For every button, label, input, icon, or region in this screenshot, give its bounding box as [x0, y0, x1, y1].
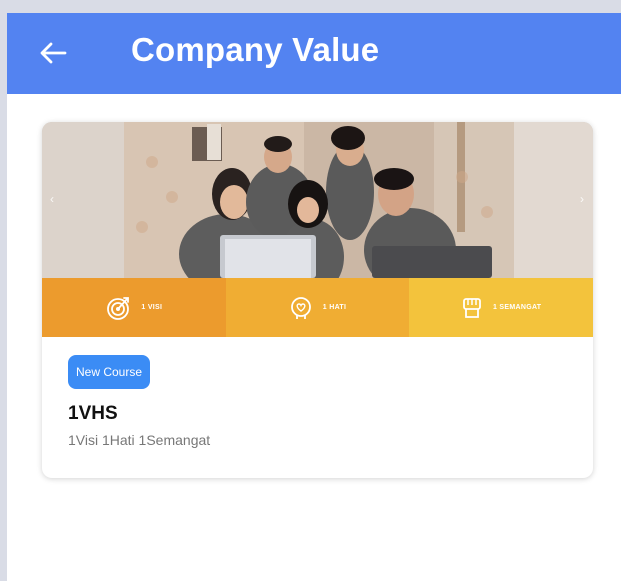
- fist-icon: [463, 297, 481, 318]
- back-button[interactable]: [33, 33, 73, 73]
- value-label-semangat: 1 SEMANGAT: [492, 304, 542, 311]
- value-label-hati: 1 HATI: [322, 304, 347, 311]
- course-subtitle: 1Visi 1Hati 1Semangat: [68, 432, 211, 448]
- course-title[interactable]: 1VHS: [68, 403, 118, 425]
- course-card[interactable]: ‹ › 1 VISI 1 HATI 1 SEMANGAT New Course …: [42, 122, 593, 478]
- heart-icon: [290, 296, 311, 319]
- banner-next-icon[interactable]: ›: [580, 192, 584, 206]
- new-course-badge: New Course: [68, 355, 151, 389]
- target-icon: [107, 296, 130, 320]
- page-title: Company Value: [131, 31, 380, 68]
- value-label-visi: 1 VISI: [141, 304, 163, 311]
- banner-prev-icon[interactable]: ‹: [50, 192, 54, 206]
- value-visi: 1 VISI: [42, 278, 226, 337]
- team-photo: [42, 122, 593, 278]
- arrow-left-icon: [40, 42, 67, 64]
- app-bar: Company Value: [7, 13, 621, 94]
- value-semangat: 1 SEMANGAT: [409, 278, 593, 337]
- course-banner: ‹ › 1 VISI 1 HATI 1 SEMANGAT: [42, 122, 593, 337]
- app-screen: Company Value ‹ › 1 VISI 1 HATI 1 SEMANG…: [7, 13, 621, 581]
- values-strip: 1 VISI 1 HATI 1 SEMANGAT: [42, 278, 593, 337]
- value-hati: 1 HATI: [225, 278, 410, 337]
